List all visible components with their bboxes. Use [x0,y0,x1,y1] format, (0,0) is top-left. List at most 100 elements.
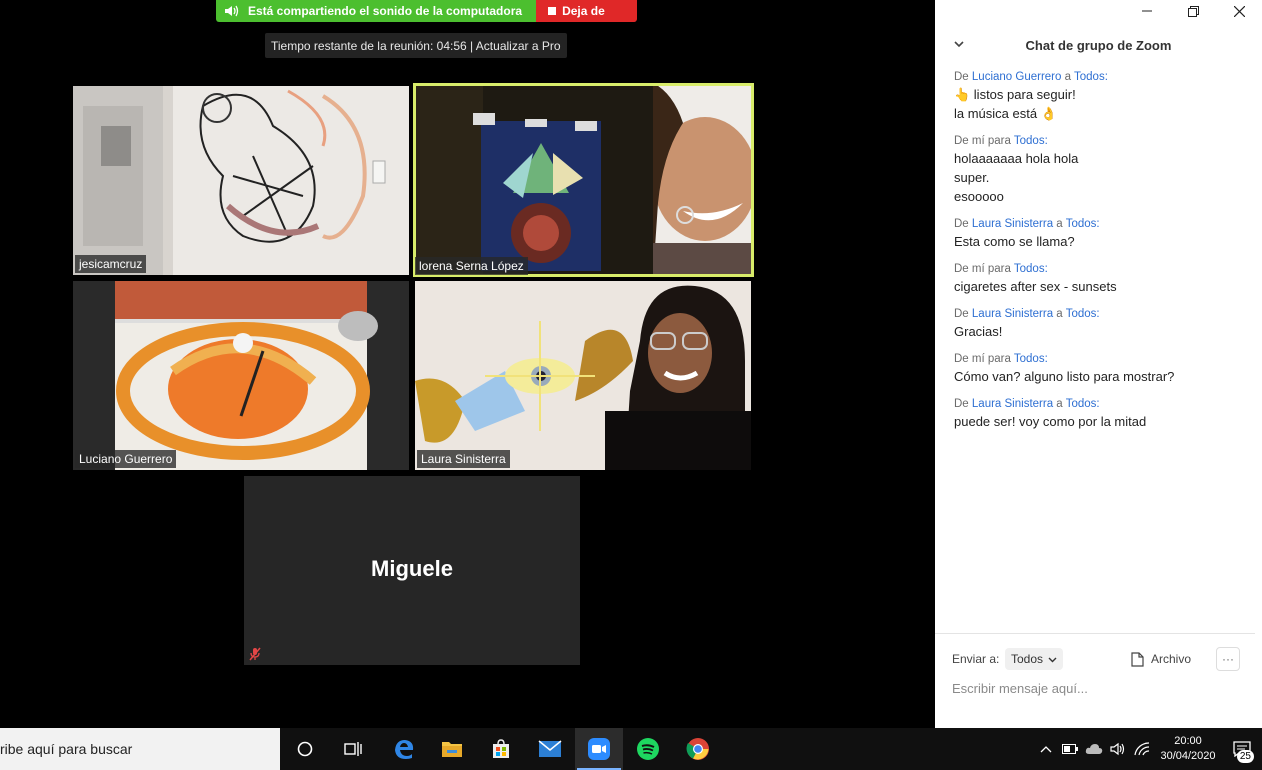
message-text: Cómo van? alguno listo para mostrar? [954,369,1175,384]
volume-icon [1110,742,1125,756]
video-gallery: Está compartiendo el sonido de la comput… [0,0,935,728]
network-button[interactable] [1130,728,1154,770]
video-tile-off[interactable]: Miguele [244,476,580,665]
more-options-button[interactable]: ··· [1216,647,1240,671]
spotify-button[interactable] [624,728,672,770]
task-view-icon [344,742,362,756]
clock-date: 30/04/2020 [1160,750,1216,762]
chevron-up-icon [1040,746,1052,753]
video-tile-active-speaker[interactable]: lorena Serna López [413,83,754,277]
participant-name: jesicamcruz [75,255,147,273]
participant-video [73,86,409,275]
meta-prefix: De [954,398,969,410]
speaker-icon [225,5,239,17]
chat-message: De Laura Sinisterra a Todos: puede ser! … [954,397,1254,431]
folder-icon [442,742,462,757]
file-button[interactable]: Archivo [1131,648,1191,670]
cortana-button[interactable] [281,728,329,770]
participant-name: lorena Serna López [415,257,528,275]
system-tray: 20:00 30/04/2020 25 [1034,728,1262,770]
message-meta: De mí para Todos: [954,262,1254,277]
cortana-icon [297,741,313,757]
action-center-button[interactable]: 25 [1222,728,1262,770]
send-to-label: Enviar a: [952,652,1000,666]
message-meta: De Laura Sinisterra a Todos: [954,397,1254,412]
taskbar-search[interactable] [0,728,280,770]
close-button[interactable] [1216,0,1262,22]
chat-message: De mí para Todos: cigaretes after sex - … [954,262,1254,296]
file-explorer-button[interactable] [428,728,476,770]
sound-share-bar: Está compartiendo el sonido de la comput… [216,0,637,22]
message-meta: De Luciano Guerrero a Todos: [954,70,1254,85]
video-tile[interactable]: jesicamcruz [73,86,409,275]
chat-message: De mí para Todos: holaaaaaaa hola hola s… [954,134,1254,206]
sharing-text: Está compartiendo el sonido de la comput… [248,4,523,18]
chrome-button[interactable] [674,728,722,770]
task-view-button[interactable] [329,728,377,770]
close-icon [1233,5,1245,17]
minimize-button[interactable] [1124,0,1170,22]
clock-time: 20:00 [1174,735,1202,747]
message-meta: De Laura Sinisterra a Todos: [954,307,1254,322]
file-label: Archivo [1151,652,1192,666]
participant-name: Laura Sinisterra [417,450,510,468]
meta-prefix: De [954,308,969,320]
recipient-dropdown[interactable]: Todos [1005,648,1064,670]
windows-taskbar: 20:00 30/04/2020 25 [0,728,1262,770]
meta-prefix: De mí para [954,135,1011,147]
notification-count: 25 [1236,750,1254,763]
battery-button[interactable] [1058,728,1082,770]
recipient-name[interactable]: Todos: [1014,135,1048,147]
video-tile[interactable]: Luciano Guerrero [73,281,409,470]
video-tile[interactable]: Laura Sinisterra [415,281,751,470]
recipient-name[interactable]: Todos: [1074,71,1108,83]
mic-muted-icon [249,647,261,661]
recipient-value: Todos [1011,652,1044,666]
chevron-down-icon[interactable] [953,38,965,50]
edge-button[interactable] [380,728,428,770]
taskbar-clock[interactable]: 20:00 30/04/2020 [1154,734,1222,764]
chrome-icon [686,738,709,760]
edge-icon [395,740,414,759]
meta-connector: a [1056,308,1063,320]
chat-messages: De Luciano Guerrero a Todos: 👆 listos pa… [954,70,1254,442]
chat-message: De Luciano Guerrero a Todos: 👆 listos pa… [954,70,1254,123]
volume-button[interactable] [1106,728,1130,770]
sender-name[interactable]: Laura Sinisterra [972,398,1053,410]
zoom-button[interactable] [575,728,623,770]
meta-prefix: De mí para [954,263,1011,275]
sender-name[interactable]: Luciano Guerrero [972,71,1062,83]
minimize-icon [1142,10,1152,12]
recipient-name[interactable]: Todos: [1014,263,1048,275]
recipient-name[interactable]: Todos: [1014,353,1048,365]
search-input[interactable] [0,729,280,769]
restore-button[interactable] [1170,0,1216,22]
restore-icon [1187,5,1199,17]
participant-video [73,281,409,470]
meta-prefix: De [954,218,969,230]
chat-message: De Laura Sinisterra a Todos: Esta como s… [954,217,1254,251]
zoom-window: Está compartiendo el sonido de la comput… [0,0,1262,770]
store-button[interactable] [477,728,525,770]
mail-icon [538,740,562,757]
stop-sharing-button[interactable]: Deja de [536,0,637,22]
message-meta: De Laura Sinisterra a Todos: [954,217,1254,232]
tray-expand-button[interactable] [1034,728,1058,770]
sender-name[interactable]: Laura Sinisterra [972,218,1053,230]
message-text: Esta como se llama? [954,234,1075,249]
meta-prefix: De [954,71,969,83]
meeting-timer[interactable]: Tiempo restante de la reunión: 04:56 | A… [265,33,567,58]
sender-name[interactable]: Laura Sinisterra [972,308,1053,320]
zoom-icon [588,738,610,760]
chat-message-input[interactable] [952,678,1242,698]
recipient-name[interactable]: Todos: [1066,398,1100,410]
onedrive-button[interactable] [1082,728,1106,770]
recipient-name[interactable]: Todos: [1066,308,1100,320]
meta-connector: a [1056,398,1063,410]
chat-title: Chat de grupo de Zoom [1025,37,1172,53]
spotify-icon [637,738,659,760]
recipient-name[interactable]: Todos: [1066,218,1100,230]
meta-connector: a [1064,71,1072,83]
mail-button[interactable] [526,728,574,770]
message-text: esooooo [954,189,1004,204]
